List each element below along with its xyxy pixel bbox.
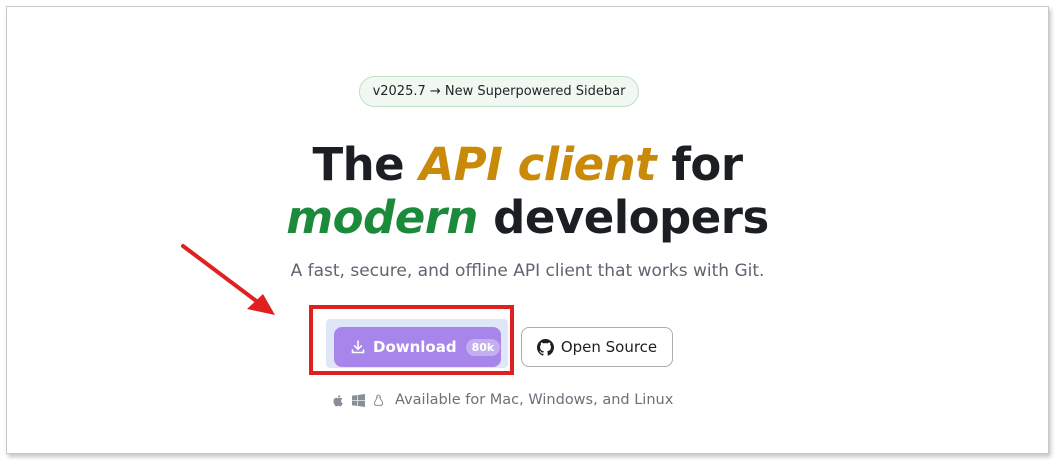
open-source-button[interactable]: Open Source (521, 327, 673, 367)
annotation-arrow (181, 244, 275, 315)
windows-icon (352, 393, 365, 407)
headline-highlight-gold: API client (419, 138, 657, 191)
linux-icon (372, 393, 385, 407)
apple-icon (332, 394, 345, 407)
announcement-label: v2025.7 → New Superpowered Sidebar (372, 84, 626, 99)
headline-line-1: The API client for (0, 138, 1055, 191)
platform-availability-text: Available for Mac, Windows, and Linux (395, 392, 674, 408)
platform-availability: Available for Mac, Windows, and Linux (332, 390, 673, 410)
open-source-label: Open Source (560, 338, 658, 356)
annotation-highlight-box (309, 305, 514, 375)
headline-highlight-green: modern (286, 191, 478, 244)
hero-headline: The API client for modern developers (0, 138, 1055, 244)
headline-text: for (656, 138, 743, 191)
github-icon (536, 338, 554, 356)
announcement-badge[interactable]: v2025.7 → New Superpowered Sidebar (359, 76, 639, 107)
hero-subtitle: A fast, secure, and offline API client t… (290, 261, 765, 281)
headline-text: The (312, 138, 420, 191)
headline-line-2: modern developers (0, 191, 1055, 244)
page: v2025.7 → New Superpowered Sidebar The A… (0, 0, 1055, 460)
headline-text: developers (477, 191, 769, 244)
